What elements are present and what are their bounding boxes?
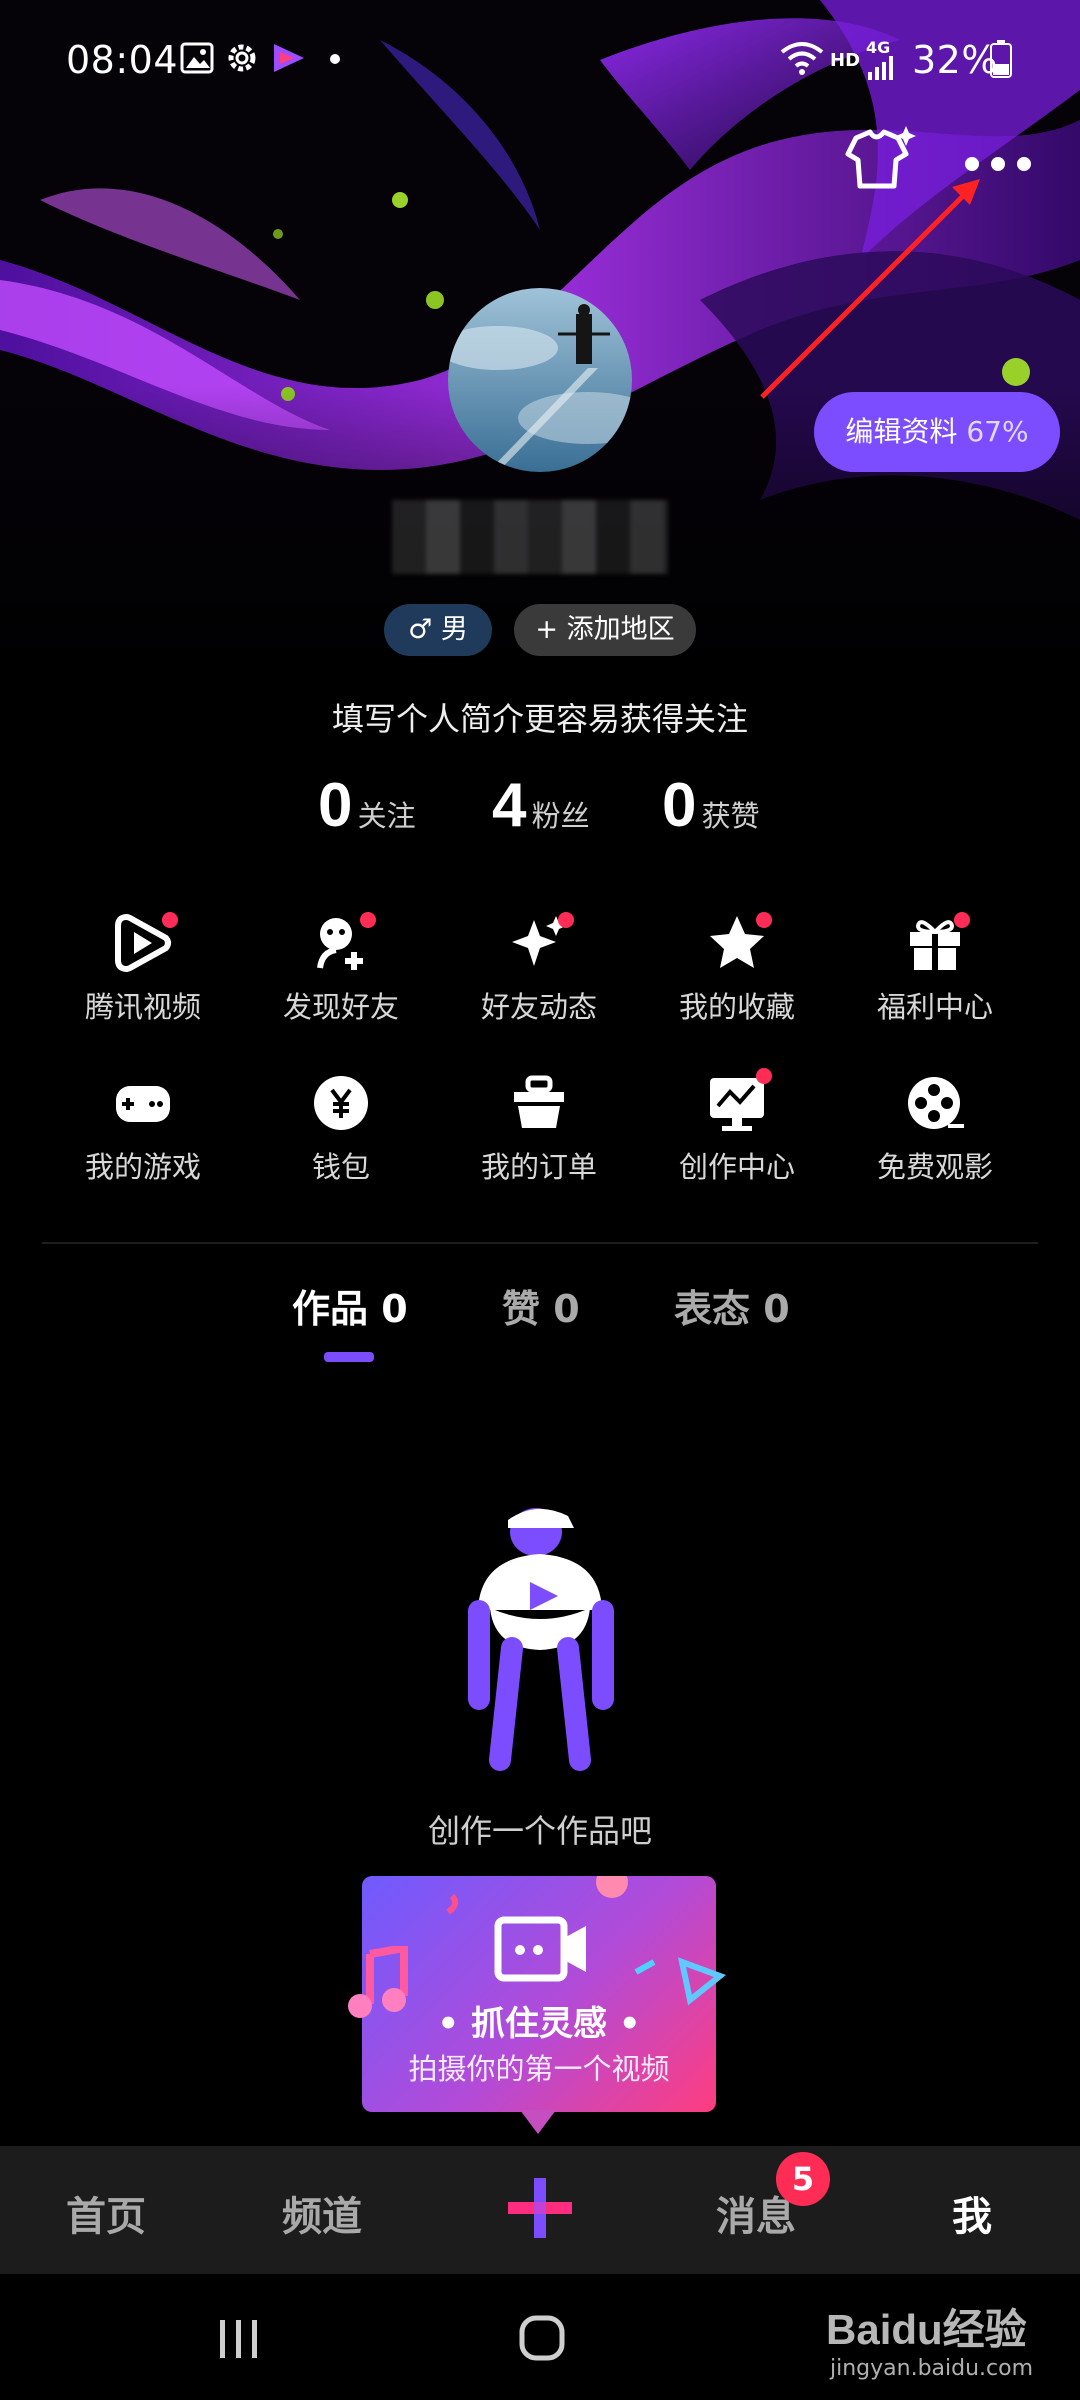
film-reel-icon bbox=[908, 1077, 964, 1129]
shortcut-label: 发现好友 bbox=[282, 990, 399, 1024]
stat-likes[interactable]: 0 获赞 bbox=[662, 770, 760, 841]
stat-label: 粉丝 bbox=[531, 799, 590, 833]
tencent-video-app-icon bbox=[270, 40, 310, 80]
gamepad-icon bbox=[116, 1086, 170, 1122]
username-blurred bbox=[392, 500, 668, 574]
empty-state-illustration bbox=[460, 1500, 620, 1784]
promo-title: • 抓住灵感 • bbox=[437, 2004, 641, 2044]
edit-profile-button[interactable]: 编辑资料 67% bbox=[814, 392, 1060, 472]
signal-icon bbox=[866, 56, 896, 84]
tab-works[interactable]: 作品 0 bbox=[292, 1278, 408, 1333]
nav-home[interactable]: 首页 bbox=[66, 2184, 146, 2242]
shortcut-free-movies[interactable]: 免费观影 bbox=[836, 1072, 1034, 1186]
shortcut-badge bbox=[162, 912, 178, 928]
shortcut-label: 腾讯视频 bbox=[84, 990, 201, 1024]
shortcut-label: 我的收藏 bbox=[678, 990, 795, 1024]
tab-reactions[interactable]: 表态 0 bbox=[674, 1278, 790, 1333]
shortcut-creator-center[interactable]: 创作中心 bbox=[638, 1068, 836, 1186]
shortcut-label: 好友动态 bbox=[480, 990, 597, 1024]
shortcut-badge bbox=[756, 1068, 772, 1084]
gender-label: 男 bbox=[440, 614, 468, 645]
video-camera-icon bbox=[494, 1914, 590, 1988]
shortcut-tencent-video[interactable]: 腾讯视频 bbox=[44, 912, 242, 1026]
shortcut-label: 我的订单 bbox=[480, 1150, 597, 1184]
battery-percent: 32% bbox=[912, 38, 998, 82]
edit-profile-label: 编辑资料 bbox=[845, 415, 958, 448]
nav-me[interactable]: 我 bbox=[952, 2184, 992, 2242]
add-region-label: 添加地区 bbox=[566, 614, 675, 645]
shortcut-badge bbox=[954, 912, 970, 928]
basket-icon bbox=[514, 1075, 564, 1128]
shortcut-badge bbox=[756, 912, 772, 928]
empty-state-text: 创作一个作品吧 bbox=[427, 1812, 652, 1850]
settings-icon bbox=[224, 40, 260, 80]
stat-value: 0 bbox=[318, 771, 353, 840]
stat-label: 获赞 bbox=[701, 799, 760, 833]
shortcut-favorites[interactable]: 我的收藏 bbox=[638, 912, 836, 1026]
create-plus-icon[interactable] bbox=[506, 2176, 574, 2244]
profile-completion: 67% bbox=[966, 415, 1029, 448]
divider bbox=[42, 1242, 1038, 1244]
shortcut-label: 福利中心 bbox=[876, 990, 993, 1024]
avatar[interactable] bbox=[448, 288, 632, 472]
network-type: 4G bbox=[866, 38, 891, 57]
stat-following[interactable]: 0 关注 bbox=[318, 770, 416, 841]
shortcut-wallet[interactable]: 钱包 bbox=[242, 1072, 440, 1186]
stat-value: 4 bbox=[492, 771, 527, 840]
stat-followers[interactable]: 4 粉丝 bbox=[492, 770, 590, 841]
wifi-icon bbox=[780, 40, 824, 80]
shortcut-my-orders[interactable]: 我的订单 bbox=[440, 1072, 638, 1186]
gallery-icon bbox=[180, 42, 214, 78]
create-video-promo-card[interactable]: • 抓住灵感 • 拍摄你的第一个视频 bbox=[362, 1876, 716, 2112]
promo-subtitle: 拍摄你的第一个视频 bbox=[408, 2052, 670, 2086]
shortcut-badge bbox=[558, 912, 574, 928]
home-button-icon[interactable] bbox=[518, 2314, 566, 2366]
bio-prompt[interactable]: 填写个人简介更容易获得关注 bbox=[0, 694, 1080, 740]
battery-icon bbox=[990, 40, 1012, 82]
triangle-decor-icon bbox=[676, 1956, 727, 2010]
tab-likes[interactable]: 赞 0 bbox=[502, 1278, 580, 1333]
shortcut-label: 钱包 bbox=[311, 1150, 370, 1184]
watermark-brand: Baidu经验 bbox=[826, 2306, 1027, 2353]
shortcut-label: 我的游戏 bbox=[84, 1150, 201, 1184]
gender-tag[interactable]: ♂ 男 bbox=[384, 604, 492, 656]
notification-dot bbox=[330, 54, 340, 64]
watermark-url: jingyan.baidu.com bbox=[830, 2356, 1034, 2381]
recent-apps-icon[interactable] bbox=[216, 2318, 262, 2364]
status-time: 08:04 bbox=[66, 38, 179, 82]
shortcut-welfare-center[interactable]: 福利中心 bbox=[836, 912, 1034, 1026]
shortcut-label: 创作中心 bbox=[678, 1150, 795, 1184]
add-region-button[interactable]: + 添加地区 bbox=[514, 604, 696, 656]
shortcut-badge bbox=[360, 912, 376, 928]
music-note-icon bbox=[344, 1943, 410, 2024]
hd-indicator: HD bbox=[830, 50, 861, 71]
plus-icon: + bbox=[535, 614, 559, 645]
shortcut-friend-feed[interactable]: 好友动态 bbox=[440, 912, 638, 1026]
shortcut-label: 免费观影 bbox=[876, 1150, 993, 1184]
shortcut-my-games[interactable]: 我的游戏 bbox=[44, 1072, 242, 1186]
wallet-icon bbox=[314, 1076, 368, 1130]
annotation-arrow bbox=[760, 175, 990, 409]
messages-badge: 5 bbox=[776, 2152, 830, 2206]
shortcut-discover-friends[interactable]: 发现好友 bbox=[242, 912, 440, 1026]
stat-label: 关注 bbox=[357, 799, 416, 833]
nav-channels[interactable]: 频道 bbox=[282, 2184, 362, 2242]
stat-value: 0 bbox=[662, 771, 697, 840]
tab-active-indicator bbox=[324, 1352, 374, 1362]
male-icon: ♂ bbox=[408, 614, 433, 645]
promo-pointer bbox=[520, 2110, 556, 2134]
